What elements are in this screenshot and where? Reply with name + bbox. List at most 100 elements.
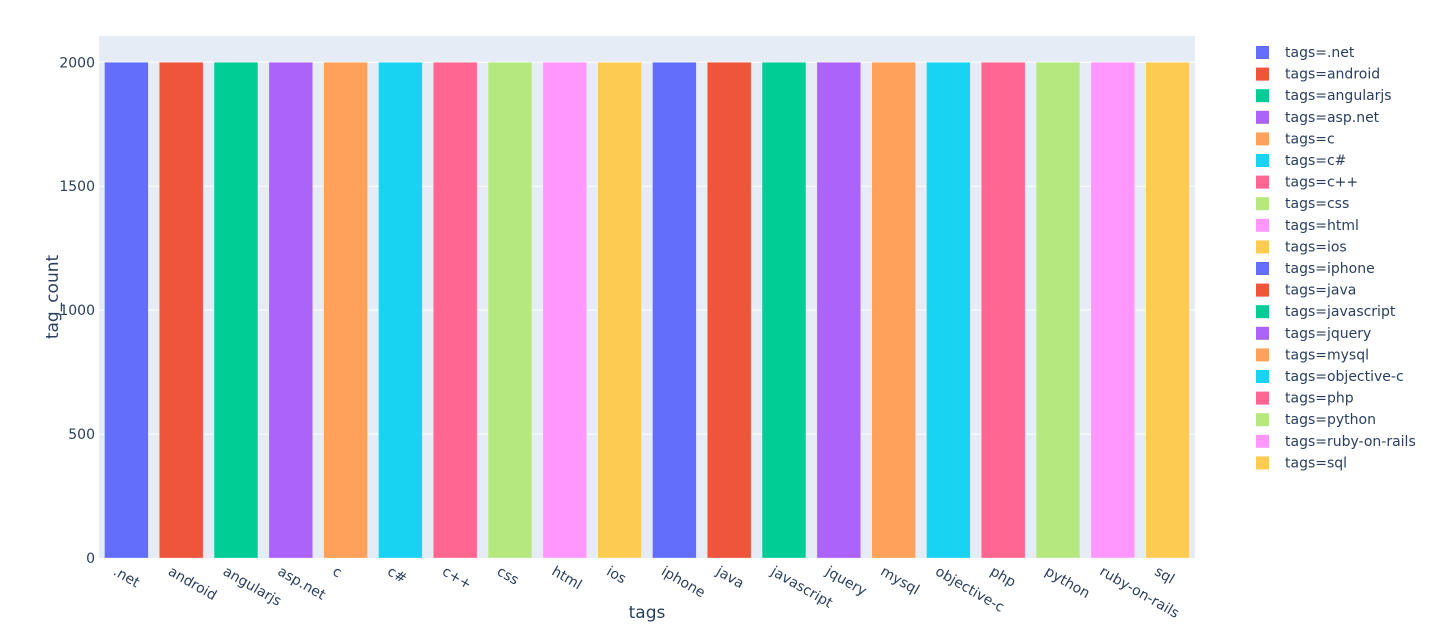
legend-label: tags=asp.net — [1285, 110, 1380, 126]
x-tick-label: javascript — [767, 563, 835, 612]
bar-css[interactable] — [487, 62, 533, 559]
bar-jquery[interactable] — [816, 62, 861, 559]
x-tick-label: .net — [110, 564, 142, 592]
legend-label: tags=javascript — [1285, 304, 1396, 320]
legend-item[interactable]: tags=iphone — [1256, 261, 1375, 277]
y-tick-label: 0 — [86, 551, 95, 567]
y-tick-label: 1500 — [59, 179, 95, 195]
legend-swatch — [1256, 305, 1269, 319]
legend-swatch — [1256, 197, 1269, 211]
legend-label: tags=java — [1285, 283, 1356, 299]
legend-label: tags=android — [1285, 67, 1380, 83]
legend-swatch — [1256, 132, 1269, 146]
legend-swatch — [1256, 175, 1269, 189]
bar-iphone[interactable] — [652, 62, 697, 559]
legend-label: tags=python — [1285, 412, 1376, 428]
legend-item[interactable]: tags=c++ — [1256, 175, 1358, 191]
x-tick-label: angularjs — [220, 564, 284, 610]
legend-swatch — [1256, 370, 1269, 383]
bar-angularjs[interactable] — [213, 62, 259, 559]
legend-label: tags=angularjs — [1285, 88, 1392, 104]
legend-item[interactable]: tags=python — [1256, 412, 1376, 428]
legend-item[interactable]: tags=ios — [1256, 239, 1347, 255]
legend-swatch — [1256, 154, 1269, 167]
legend-label: tags=ruby-on-rails — [1285, 434, 1416, 450]
legend-item[interactable]: tags=.net — [1256, 45, 1355, 61]
x-tick-label: html — [549, 564, 585, 594]
legend-swatch — [1256, 67, 1269, 81]
legend-swatch — [1256, 413, 1269, 427]
legend-label: tags=ios — [1285, 239, 1347, 255]
legend-label: tags=objective-c — [1285, 369, 1404, 385]
x-tick-label: python — [1042, 564, 1092, 602]
bar-cplusplus[interactable] — [433, 62, 478, 559]
legend-item[interactable]: tags=asp.net — [1256, 110, 1380, 126]
legend-label: tags=jquery — [1285, 326, 1371, 342]
legend-label: tags=iphone — [1285, 261, 1375, 277]
plot-background — [99, 36, 1195, 558]
bar-android[interactable] — [159, 62, 204, 559]
bar-php[interactable] — [981, 62, 1026, 559]
legend-label: tags=c — [1285, 131, 1335, 147]
legend-item[interactable]: tags=java — [1256, 283, 1356, 299]
legend-item[interactable]: tags=jquery — [1256, 326, 1371, 342]
legend-item[interactable]: tags=sql — [1256, 455, 1347, 471]
x-tick-label: php — [987, 564, 1018, 591]
legend-item[interactable]: tags=css — [1256, 196, 1349, 212]
bar-csharp[interactable] — [378, 62, 423, 559]
legend-label: tags=mysql — [1285, 347, 1369, 363]
legend-swatch — [1256, 218, 1269, 232]
bar-javascript[interactable] — [761, 62, 807, 559]
legend-item[interactable]: tags=ruby-on-rails — [1256, 434, 1416, 450]
legend-label: tags=.net — [1285, 45, 1355, 61]
legend-swatch — [1256, 46, 1269, 59]
legend-label: tags=c++ — [1285, 175, 1358, 191]
bar-objective-c[interactable] — [926, 62, 971, 559]
bar-chart: 0500100015002000 .net android angularjsasp… — [43, 36, 1416, 623]
x-tick-label: c++ — [439, 564, 474, 593]
bar-python[interactable] — [1035, 62, 1081, 559]
bar-mysql[interactable] — [871, 62, 916, 559]
bar-java[interactable] — [707, 62, 752, 559]
legend-swatch — [1256, 262, 1269, 275]
y-axis-title: tag_count — [43, 255, 63, 340]
x-tick-label: sql — [1152, 564, 1177, 588]
legend-item[interactable]: tags=objective-c — [1256, 369, 1404, 385]
legend-swatch — [1256, 456, 1269, 470]
legend-swatch — [1256, 283, 1269, 297]
legend-item[interactable]: tags=c — [1256, 131, 1335, 147]
legend-item[interactable]: tags=c# — [1256, 153, 1346, 169]
bar-asp-net[interactable] — [268, 62, 313, 559]
legend-item[interactable]: tags=php — [1256, 391, 1354, 407]
bar-ios[interactable] — [597, 62, 642, 559]
legend-label: tags=css — [1285, 196, 1349, 212]
y-axis-ticks: 0 500 1000 1500 2000 — [59, 55, 95, 567]
x-tick-label: java — [712, 563, 746, 592]
bar-html[interactable] — [542, 62, 587, 559]
legend-item[interactable]: tags=android — [1256, 67, 1380, 83]
legend-label: tags=sql — [1285, 455, 1347, 471]
legend-item[interactable]: tags=mysql — [1256, 347, 1369, 363]
y-tick-label: 500 — [68, 427, 95, 443]
legend-swatch — [1256, 434, 1269, 448]
legend-swatch — [1256, 326, 1269, 340]
bar-c[interactable] — [323, 62, 368, 559]
legend-swatch — [1256, 240, 1269, 254]
legend-swatch — [1256, 348, 1269, 362]
y-tick-label: 1000 — [59, 303, 95, 319]
x-tick-label: android — [165, 564, 219, 604]
legend-item[interactable]: tags=html — [1256, 218, 1359, 234]
bar-sql[interactable] — [1145, 62, 1190, 559]
x-tick-label: css — [494, 564, 521, 589]
legend-item[interactable]: tags=javascript — [1256, 304, 1396, 320]
x-tick-label: ios — [604, 564, 629, 588]
bar-ruby-on-rails[interactable] — [1090, 62, 1135, 559]
x-axis-title: tags — [629, 603, 666, 623]
x-tick-label: c — [330, 564, 345, 582]
legend: tags=.net tags=android tags=angularjs tags=… — [1256, 45, 1416, 471]
legend-item[interactable]: tags=angularjs — [1256, 88, 1392, 104]
legend-label: tags=c# — [1285, 153, 1346, 169]
bar-net[interactable] — [104, 62, 149, 559]
legend-swatch — [1256, 89, 1269, 103]
x-tick-label: c# — [384, 564, 409, 588]
